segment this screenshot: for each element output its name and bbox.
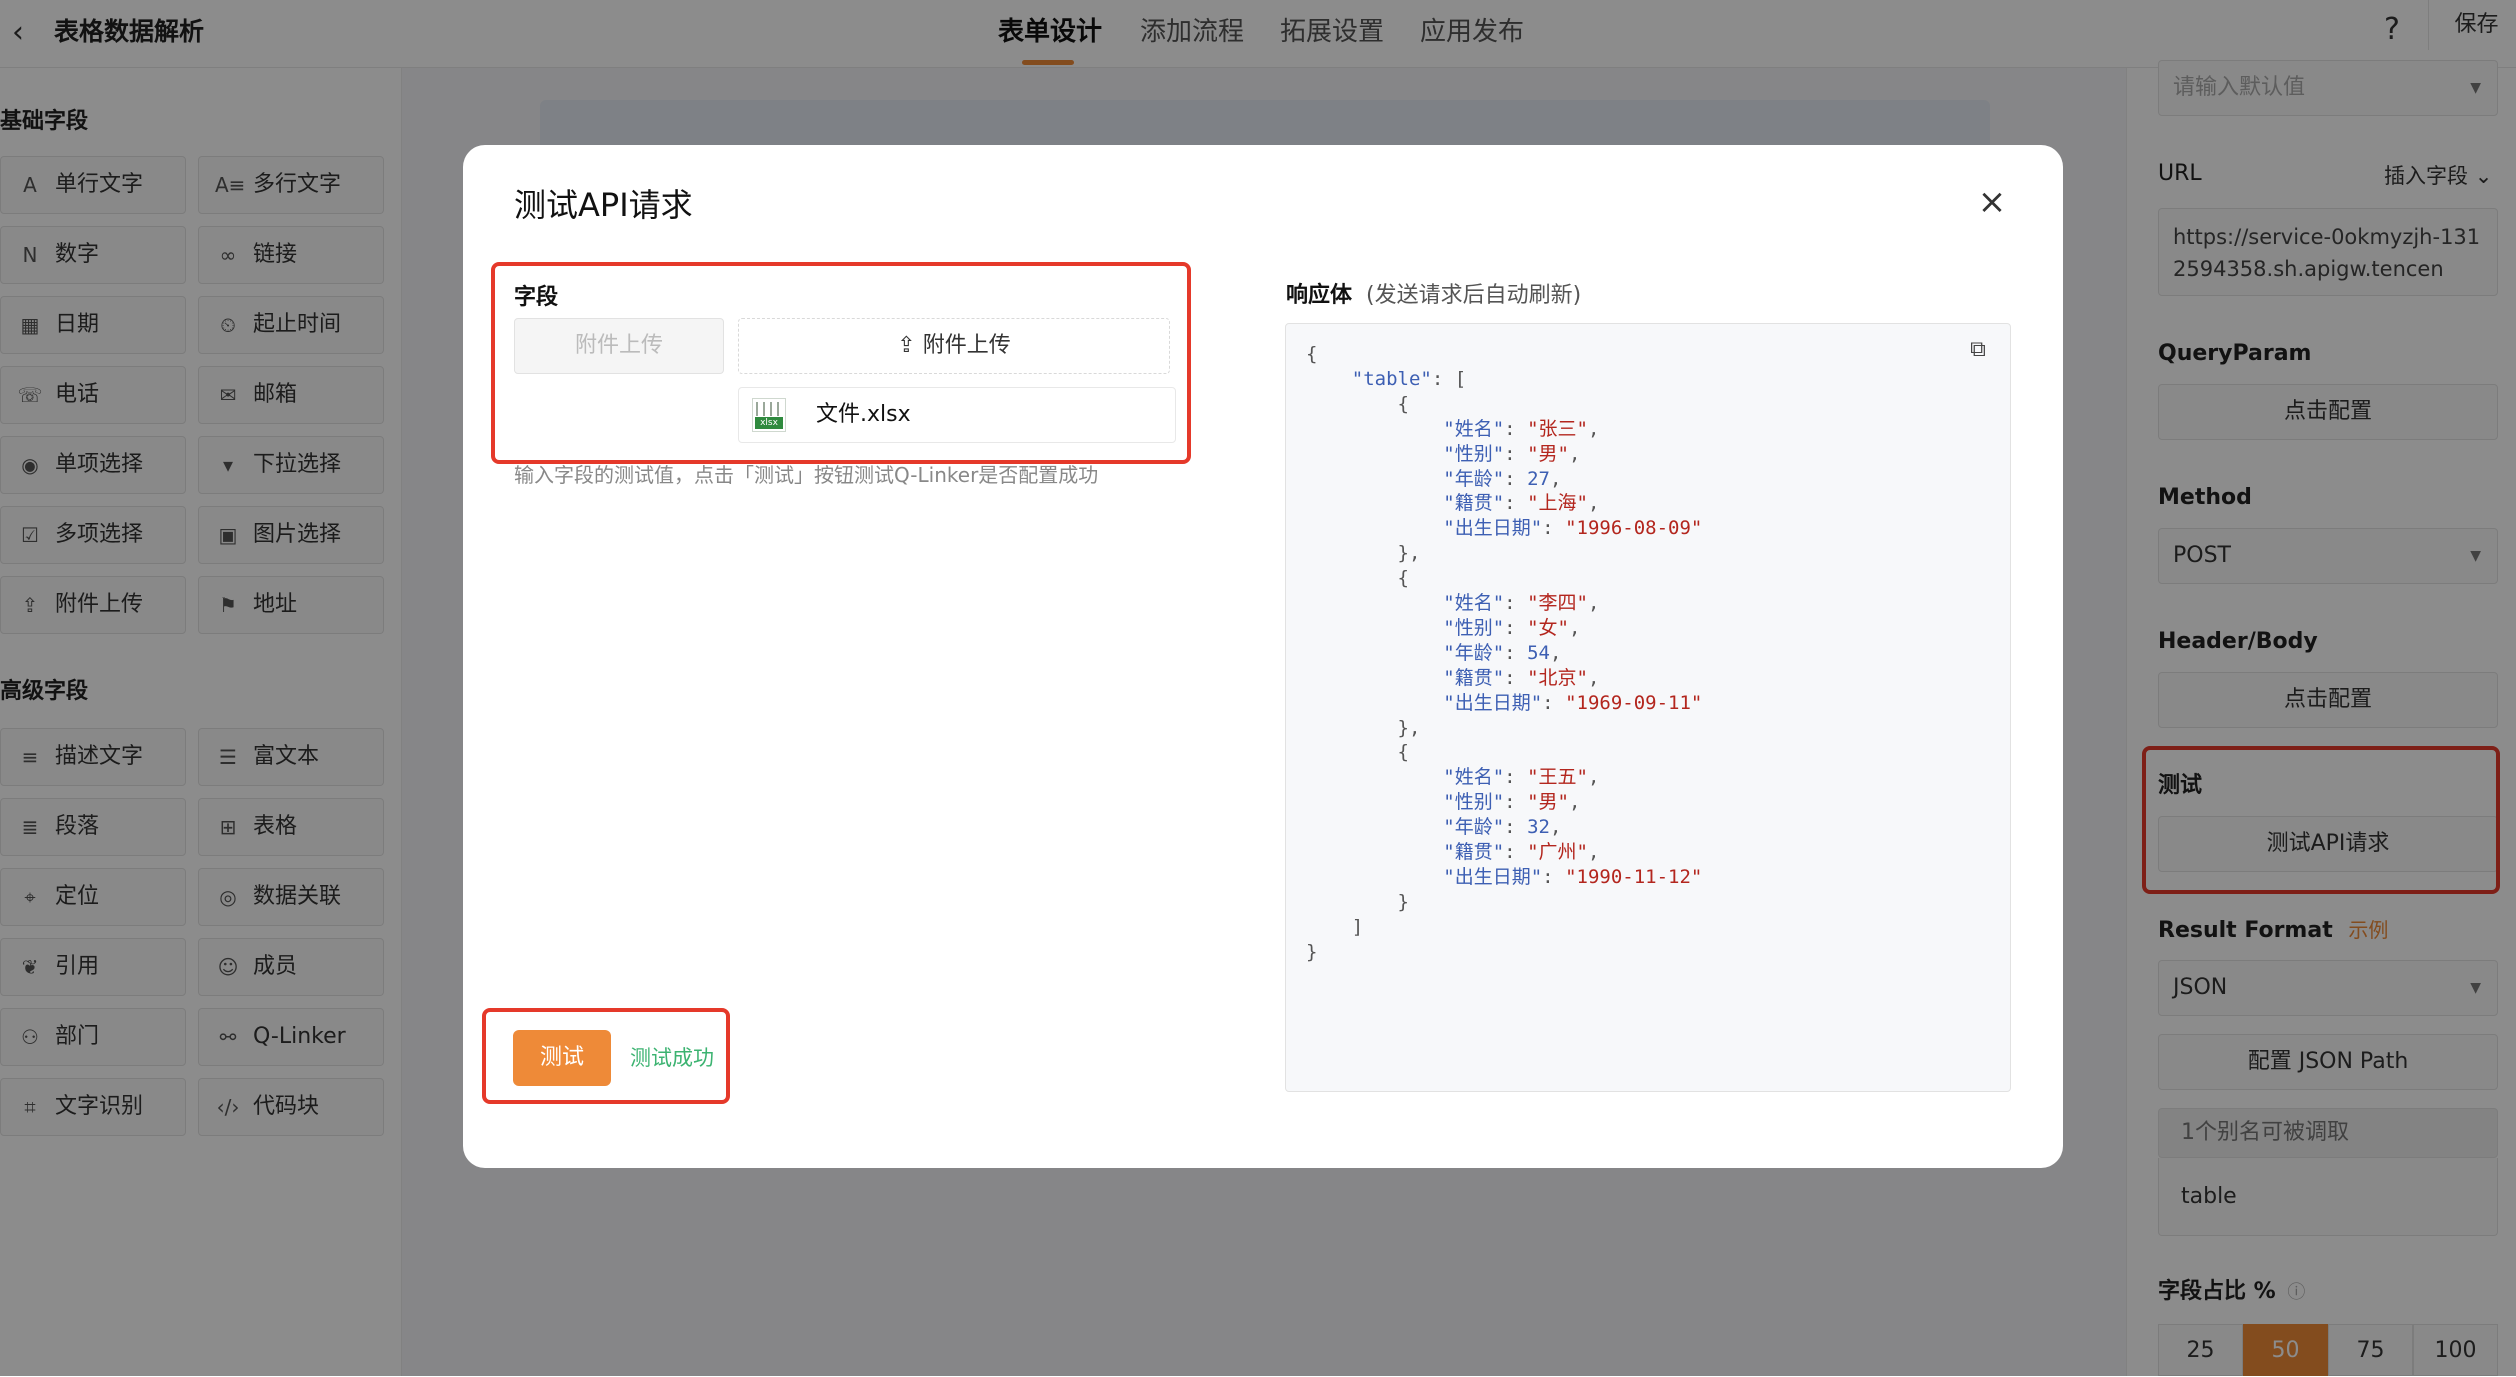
json-line: { xyxy=(1306,343,1318,365)
json-line: }, xyxy=(1306,716,1421,739)
response-body-subtitle: (发送请求后自动刷新) xyxy=(1366,283,1582,308)
json-line: "table": [ xyxy=(1351,367,1467,390)
uploaded-file-item[interactable] xyxy=(738,387,1176,443)
json-line: "籍贯": "北京", xyxy=(1443,666,1600,689)
attachment-upload-button[interactable]: ⇪ 附件上传 xyxy=(738,318,1170,374)
copy-icon[interactable]: ⧉ xyxy=(1964,336,1992,364)
test-success-message: 测试成功 xyxy=(630,1046,714,1070)
json-line: { xyxy=(1306,392,1409,415)
json-line: "出生日期": "1990-11-12" xyxy=(1443,865,1703,888)
json-line: "姓名": "王五", xyxy=(1443,766,1600,789)
json-line: "籍贯": "上海", xyxy=(1443,492,1600,515)
attachment-upload-label: 附件上传 xyxy=(514,318,724,374)
json-line: { xyxy=(1306,741,1409,764)
json-line: "籍贯": "广州", xyxy=(1443,841,1600,863)
modal-title: 测试API请求 xyxy=(514,186,693,224)
json-line: "性别": "男", xyxy=(1443,442,1581,465)
test-button[interactable]: 测试 xyxy=(513,1030,611,1086)
response-body-label: 响应体 xyxy=(1286,283,1353,308)
json-line: ] xyxy=(1306,915,1364,938)
json-line: } xyxy=(1306,890,1409,913)
json-line: "性别": "男", xyxy=(1443,791,1581,814)
json-line: "姓名": "张三", xyxy=(1443,417,1600,440)
file-name: 文件.xlsx xyxy=(816,402,911,427)
xlsx-file-icon: xlsx xyxy=(752,398,786,432)
field-label: 字段 xyxy=(514,285,559,310)
json-line: "年龄": 32, xyxy=(1443,816,1562,839)
test-hint: 输入字段的测试值，点击「测试」按钮测试Q-Linker是否配置成功 xyxy=(514,463,1099,487)
close-icon[interactable]: × xyxy=(1970,180,2014,224)
json-line: "出生日期": "1996-08-09" xyxy=(1443,517,1703,540)
xlsx-grid xyxy=(756,402,782,416)
json-line: }, xyxy=(1306,542,1421,565)
json-line: { xyxy=(1306,567,1409,590)
json-line: "年龄": 54, xyxy=(1443,641,1562,664)
json-line: } xyxy=(1306,940,1318,963)
json-line: "性别": "女", xyxy=(1443,616,1581,639)
json-line: "姓名": "李四", xyxy=(1443,592,1600,614)
xlsx-tag: xlsx xyxy=(755,417,783,429)
json-line: "年龄": 27, xyxy=(1443,467,1562,490)
json-line: "出生日期": "1969-09-11" xyxy=(1443,691,1703,714)
